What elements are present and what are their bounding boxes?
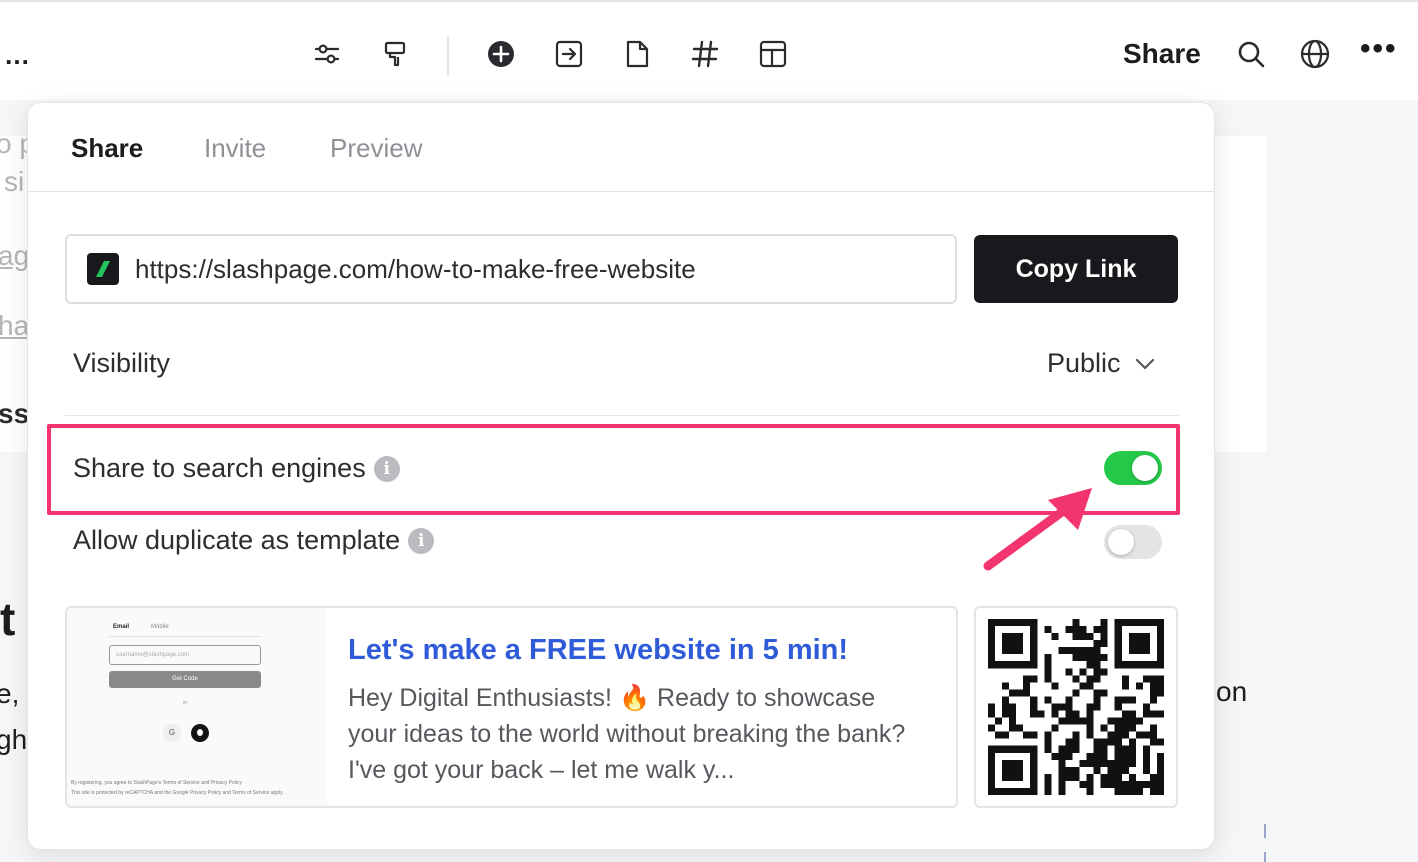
preview-thumbnail: Email Mobile username@slashpage.com Get C…	[67, 608, 327, 808]
thumbnail-tabs: Email Mobile	[113, 624, 169, 630]
background-link-fragment: ag	[0, 240, 30, 271]
apple-icon	[191, 724, 209, 742]
visibility-value: Public	[1047, 348, 1121, 378]
tab-share[interactable]: Share	[71, 133, 143, 164]
share-tabs: Share Invite Preview	[28, 103, 1214, 192]
background-text-fragment: e,	[0, 678, 20, 709]
sliders-icon[interactable]	[309, 36, 345, 72]
background-divider	[1264, 824, 1266, 838]
preview-title: Let's make a FREE website in 5 min!	[348, 634, 849, 666]
thumbnail-email-input: username@slashpage.com	[109, 645, 261, 665]
tab-invite[interactable]: Invite	[204, 133, 266, 164]
thumbnail-bar	[71, 806, 123, 808]
breadcrumb-ellipsis[interactable]: …	[4, 40, 31, 71]
duplicate-template-label: Allow duplicate as template	[73, 525, 401, 555]
thumbnail-fine-print: By registering, you agree to SlashPage's…	[71, 780, 284, 796]
share-url-field[interactable]: https://slashpage.com/how-to-make-free-w…	[65, 234, 957, 304]
info-icon[interactable]: i	[408, 527, 435, 554]
preview-description: Hey Digital Enthusiasts! 🔥 Ready to show…	[348, 684, 906, 784]
thumbnail-get-code-button: Get Code	[109, 671, 261, 688]
thumbnail-divider	[109, 636, 261, 637]
section-divider	[65, 415, 1179, 416]
share-url-text: https://slashpage.com/how-to-make-free-w…	[135, 253, 696, 284]
visibility-label: Visibility	[73, 348, 171, 378]
qr-code-icon	[988, 619, 1164, 795]
background-heading-fragment: t	[0, 593, 16, 645]
qr-code-card[interactable]	[974, 606, 1178, 808]
search-icon[interactable]	[1233, 36, 1269, 72]
background-text-fragment: si	[4, 166, 25, 197]
visibility-select[interactable]: Public	[1047, 348, 1155, 379]
background-text-fragment: on	[1216, 676, 1248, 707]
add-circle-icon[interactable]	[483, 36, 519, 72]
thumbnail-or: or	[182, 700, 188, 706]
duplicate-template-row: Allow duplicate as template i	[73, 525, 435, 556]
export-icon[interactable]	[551, 36, 587, 72]
hashtag-icon[interactable]	[687, 36, 723, 72]
background-text-fragment: gh	[0, 724, 28, 755]
share-button[interactable]: Share	[1123, 38, 1201, 70]
arrow-annotation-icon	[983, 488, 1092, 571]
google-icon: G	[163, 724, 181, 742]
slashpage-logo-icon	[87, 253, 119, 285]
page-icon[interactable]	[619, 36, 655, 72]
background-divider	[1264, 852, 1266, 862]
toolbar-divider	[447, 36, 449, 76]
background-link-fragment: ha	[0, 310, 30, 341]
more-options-button[interactable]: •••	[1360, 32, 1398, 66]
top-toolbar: … Share •••	[0, 0, 1418, 100]
layout-icon[interactable]	[755, 36, 791, 72]
info-icon[interactable]: i	[373, 455, 400, 482]
background-text-fragment: ss	[0, 398, 30, 429]
search-engines-row: Share to search engines i	[73, 453, 400, 484]
link-preview-card[interactable]: Email Mobile username@slashpage.com Get C…	[65, 606, 958, 808]
paint-roller-icon[interactable]	[377, 36, 413, 72]
chevron-down-icon	[1135, 358, 1154, 369]
search-engines-label: Share to search engines	[73, 453, 366, 483]
tab-preview[interactable]: Preview	[330, 133, 422, 164]
copy-link-button[interactable]: Copy Link	[974, 235, 1178, 303]
globe-icon[interactable]	[1297, 36, 1333, 72]
